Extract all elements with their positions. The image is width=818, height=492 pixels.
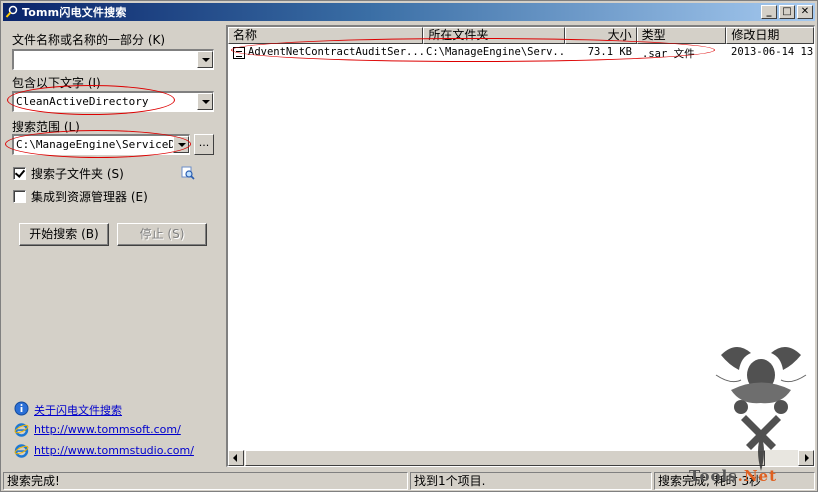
scope-value: C:\ManageEngine\ServiceDes — [16, 138, 174, 151]
about-link[interactable]: 关于闪电文件搜索 — [34, 402, 122, 418]
cell-size: 73.1 KB — [587, 46, 632, 58]
integrate-checkbox[interactable] — [13, 190, 26, 203]
column-name[interactable]: 名称 — [228, 27, 424, 44]
cell-type: .sar 文件 — [642, 48, 695, 60]
chevron-down-icon[interactable] — [197, 93, 213, 110]
table-row[interactable]: AdventNetContractAuditSer... C:\ManageEn… — [228, 45, 814, 61]
minimize-button[interactable]: _ — [761, 5, 777, 19]
window-title: Tomm闪电文件搜索 — [22, 6, 127, 19]
tommsoft-link[interactable]: http://www.tommsoft.com/ — [34, 423, 181, 436]
close-button[interactable]: ✕ — [797, 5, 813, 19]
filename-label: 文件名称或名称的一部分 (K) — [12, 33, 166, 47]
scope-label: 搜索范围 (L) — [12, 120, 80, 134]
contains-label: 包含以下文字 (I) — [12, 76, 101, 90]
file-icon — [233, 47, 245, 59]
status-middle: 找到1个项目. — [410, 472, 652, 490]
column-size[interactable]: 大小 — [564, 27, 637, 44]
cell-modified: 2013-06-14 13 — [731, 46, 814, 58]
watermark-text: Tools.Net — [689, 467, 777, 485]
list-header: 名称 所在文件夹 大小 类型 修改日期 — [228, 27, 814, 44]
search-icon — [5, 5, 19, 19]
browse-button[interactable]: ... — [194, 134, 214, 155]
scroll-thumb[interactable] — [245, 450, 765, 466]
column-folder[interactable]: 所在文件夹 — [423, 27, 565, 44]
integrate-label: 集成到资源管理器 (E) — [31, 190, 148, 204]
tommstudio-link[interactable]: http://www.tommstudio.com/ — [34, 444, 194, 457]
title-bar[interactable]: Tomm闪电文件搜索 _ □ ✕ — [3, 3, 815, 21]
filename-combo[interactable] — [12, 49, 214, 70]
start-search-button[interactable]: 开始搜索 (B) — [19, 223, 109, 246]
cell-name: AdventNetContractAuditSer... — [248, 46, 423, 58]
watermark-accent: .Net — [737, 467, 777, 485]
watermark-main: Tools — [689, 467, 738, 485]
magnifier-icon — [181, 166, 195, 180]
subfolders-label: 搜索子文件夹 (S) — [31, 167, 124, 181]
ie-icon — [14, 422, 29, 437]
contains-combo[interactable]: CleanActiveDirectory — [12, 91, 214, 112]
chevron-down-icon[interactable] — [197, 51, 213, 68]
cell-folder: C:\ManageEngine\Serv... — [426, 46, 566, 58]
info-icon — [14, 401, 29, 416]
app-window: Tomm闪电文件搜索 _ □ ✕ 文件名称或名称的一部分 (K) 包含以下文字 … — [0, 0, 818, 492]
status-left: 搜索完成! — [3, 472, 408, 490]
contains-value: CleanActiveDirectory — [16, 95, 149, 108]
subfolders-checkbox[interactable] — [13, 167, 26, 180]
maximize-button[interactable]: □ — [779, 5, 795, 19]
chevron-down-icon[interactable] — [173, 136, 189, 153]
ie-icon — [14, 443, 29, 458]
scroll-left-icon[interactable] — [228, 450, 244, 466]
scope-combo[interactable]: C:\ManageEngine\ServiceDes — [12, 134, 190, 155]
stop-button[interactable]: 停止 (S) — [117, 223, 207, 246]
column-type[interactable]: 类型 — [636, 27, 727, 44]
column-modified[interactable]: 修改日期 — [726, 27, 814, 44]
watermark-emblem — [711, 335, 811, 473]
